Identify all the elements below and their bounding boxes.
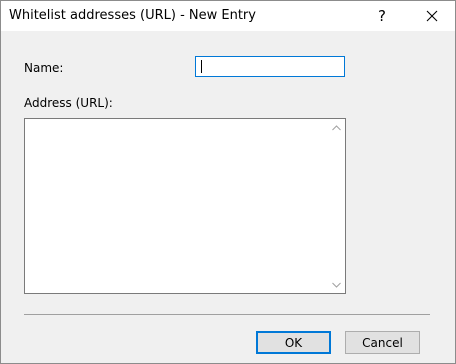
cancel-button[interactable]: Cancel bbox=[345, 331, 420, 354]
ok-button[interactable]: OK bbox=[256, 331, 331, 354]
name-input[interactable] bbox=[195, 56, 345, 77]
close-button[interactable] bbox=[409, 1, 455, 31]
footer-separator bbox=[24, 314, 430, 315]
vertical-scrollbar[interactable] bbox=[328, 119, 345, 293]
chevron-down-icon bbox=[332, 282, 341, 288]
scroll-down-button[interactable] bbox=[328, 276, 345, 293]
chevron-up-icon bbox=[332, 124, 341, 130]
dialog-window: Whitelist addresses (URL) - New Entry ? … bbox=[0, 0, 456, 364]
address-label: Address (URL): bbox=[24, 96, 113, 110]
close-icon bbox=[426, 10, 438, 22]
text-caret bbox=[201, 60, 202, 73]
address-textarea[interactable] bbox=[24, 118, 346, 294]
title-bar[interactable]: Whitelist addresses (URL) - New Entry ? bbox=[1, 1, 455, 31]
help-button[interactable]: ? bbox=[359, 1, 405, 31]
help-icon: ? bbox=[378, 7, 386, 25]
name-label: Name: bbox=[24, 61, 64, 75]
window-title: Whitelist addresses (URL) - New Entry bbox=[9, 8, 256, 23]
scroll-up-button[interactable] bbox=[328, 119, 345, 136]
